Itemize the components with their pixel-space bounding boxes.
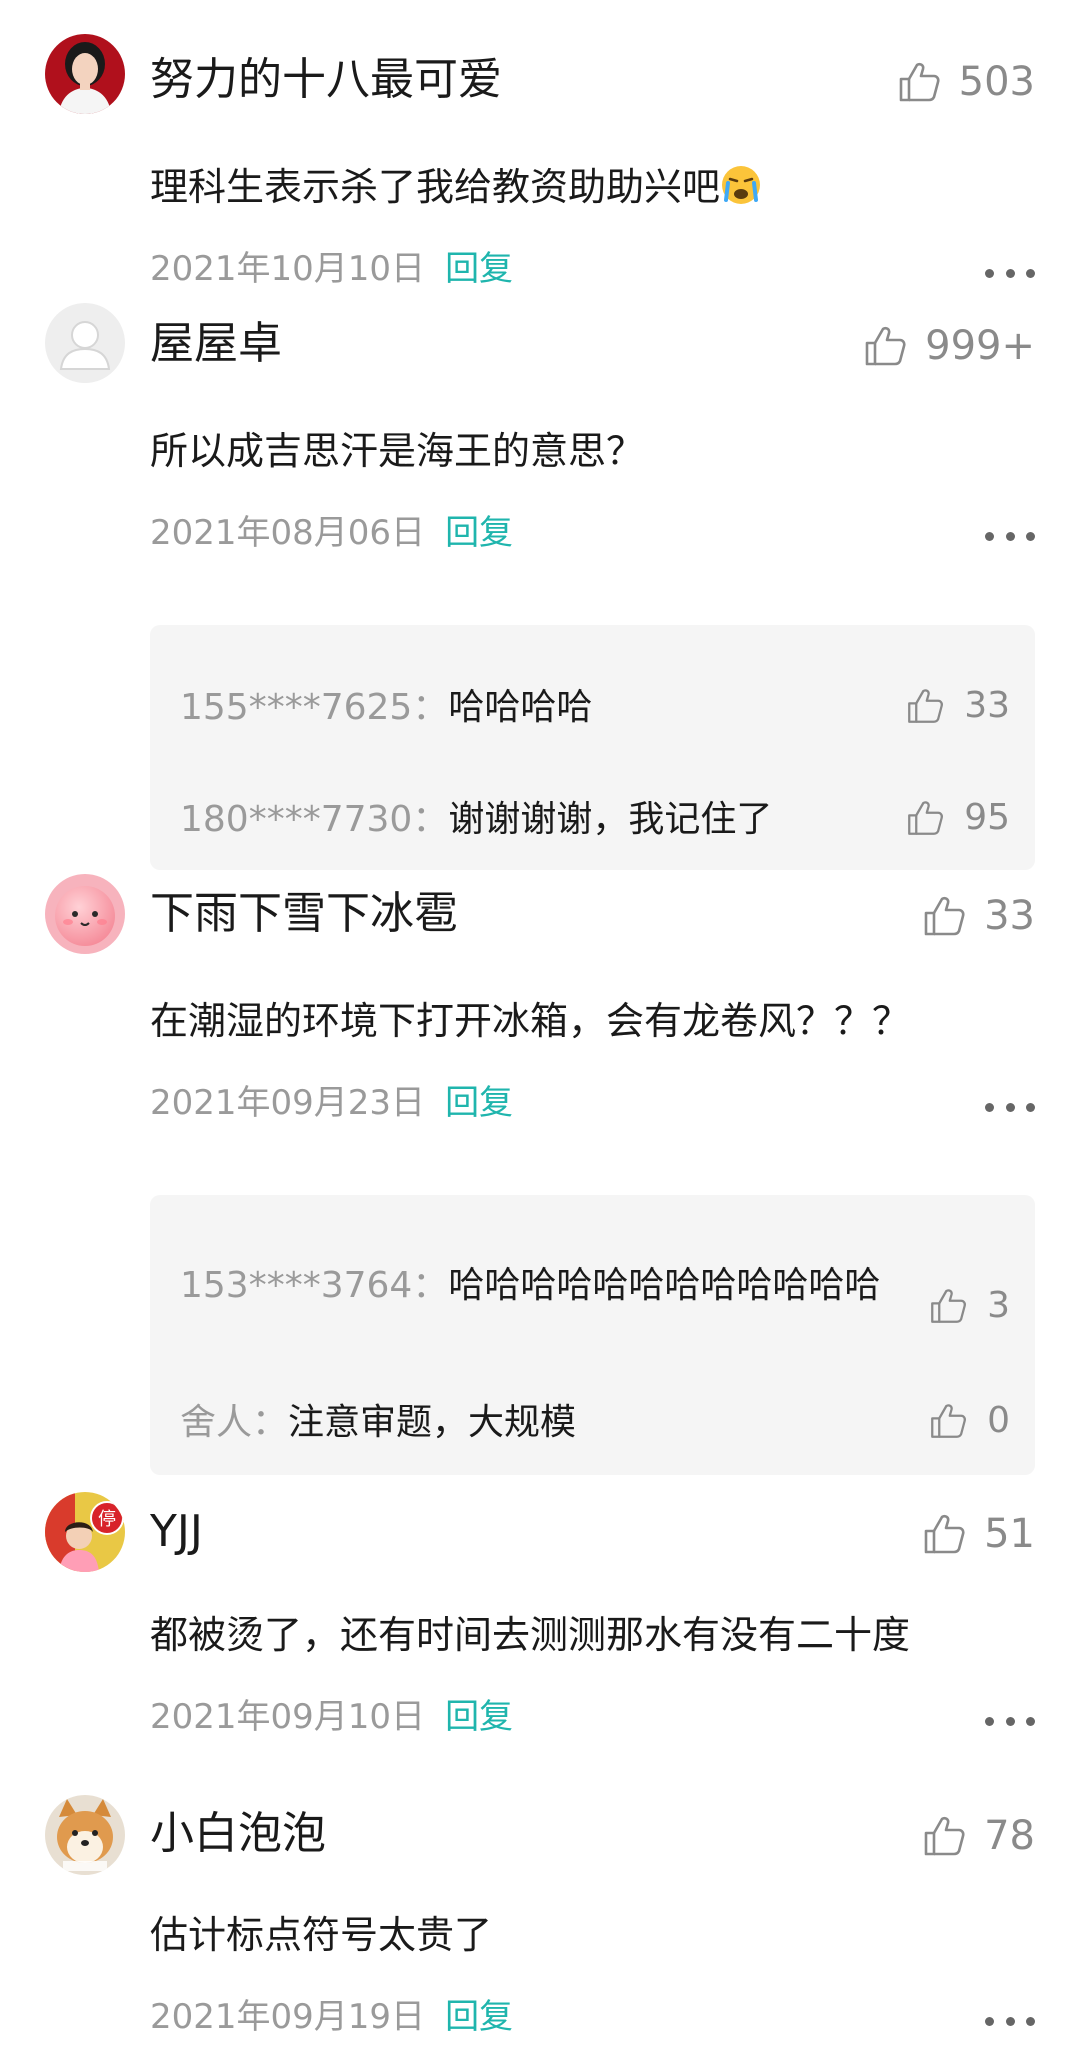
thumbs-up-icon [904,685,946,727]
comment-text: 都被烫了，还有时间去测测那水有没有二十度 [150,1613,911,1657]
username[interactable]: 屋屋卓 [150,322,282,366]
comment-date: 2021年09月10日 [150,1697,426,1737]
like-button[interactable]: 3 [927,1285,1010,1327]
like-button[interactable]: 0 [927,1400,1010,1442]
reply-body: 哈哈哈哈哈哈哈哈哈哈哈哈 [448,1265,881,1306]
reply-text: 153****3764：哈哈哈哈哈哈哈哈哈哈哈哈 [180,1263,890,1308]
reply-thread: 153****3764：哈哈哈哈哈哈哈哈哈哈哈哈 3 舍人：注意审题，大规模 0 [150,1195,1035,1475]
more-dot [1005,2016,1015,2026]
reply-item[interactable]: 155****7625：哈哈哈哈 33 [180,685,1010,735]
comment-text: 估计标点符号太贵了 [150,1913,493,1957]
avatar[interactable] [45,34,125,114]
reply-button[interactable]: 回复 [445,516,513,550]
reply-button[interactable]: 回复 [445,2000,513,2034]
reply-text: 155****7625：哈哈哈哈 [180,685,890,730]
username[interactable]: 小白泡泡 [150,1812,326,1856]
avatar[interactable]: 停 [45,1492,125,1572]
comment-meta: 2021年09月19日 回复 [150,2000,513,2034]
like-button[interactable]: 78 [920,1812,1035,1860]
avatar[interactable] [45,1795,125,1875]
reply-body: 哈哈哈哈 [448,687,593,728]
comment-text: 所以成吉思汗是海王的意思？ [150,429,645,473]
reply-button[interactable]: 回复 [445,252,513,286]
like-count: 999+ [925,323,1035,369]
more-dot [1026,268,1035,278]
more-dots-icon [985,531,994,541]
like-count: 95 [964,797,1010,838]
reply-body: 谢谢谢谢，我记住了 [448,799,773,840]
username[interactable]: YJJ [150,1510,203,1554]
comment-item: 努力的十八最可爱 503 理科生表示杀了我给教资助助兴吧 2021年10月10日… [0,0,1080,286]
more-options-button[interactable] [985,2011,1035,2031]
like-count: 51 [984,1511,1035,1557]
thumbs-up-icon [927,1400,969,1442]
comment-meta: 2021年08月06日 回复 [150,516,513,550]
reply-thread: 155****7625：哈哈哈哈 33 180****7730：谢谢谢谢，我记住… [150,625,1035,870]
reply-item[interactable]: 153****3764：哈哈哈哈哈哈哈哈哈哈哈哈 3 [180,1263,1010,1359]
comment-date: 2021年10月10日 [150,249,426,289]
thumbs-up-icon [920,892,968,940]
comment-text-body: 理科生表示杀了我给教资助助兴吧 [150,165,721,209]
comment-date: 2021年09月19日 [150,1997,426,2037]
more-dots-icon [985,268,994,278]
reply-author[interactable]: 155****7625： [180,687,448,728]
like-count: 3 [987,1285,1010,1326]
comment-meta: 2021年10月10日 回复 [150,252,513,286]
more-dot [1005,531,1015,541]
more-dots-icon [985,2016,994,2026]
more-dot [1005,268,1015,278]
like-count: 0 [987,1400,1010,1441]
username[interactable]: 下雨下雪下冰雹 [150,892,458,936]
like-count: 503 [958,59,1035,105]
reply-author[interactable]: 舍人： [180,1402,288,1443]
more-dot [1005,1102,1015,1112]
comment-meta: 2021年09月10日 回复 [150,1700,513,1734]
more-dot [1026,531,1035,541]
comment-text: 在潮湿的环境下打开冰箱，会有龙卷风？？？ [150,999,911,1043]
thumbs-up-icon [861,322,909,370]
reply-item[interactable]: 180****7730：谢谢谢谢，我记住了 95 [180,797,1010,847]
like-button[interactable]: 33 [920,892,1035,940]
thumbs-up-icon [927,1285,969,1327]
crying-face-icon [722,166,761,204]
reply-button[interactable]: 回复 [445,1086,513,1120]
thumbs-up-icon [895,58,943,106]
more-options-button[interactable] [985,526,1035,546]
like-button[interactable]: 999+ [861,322,1035,370]
like-count: 78 [984,1813,1035,1859]
more-dot [1026,1716,1035,1726]
avatar[interactable] [45,874,125,954]
avatar-stop-sign-text: 停 [98,1509,116,1530]
like-count: 33 [984,893,1035,939]
more-dots-icon [985,1716,994,1726]
reply-text: 180****7730：谢谢谢谢，我记住了 [180,797,890,842]
more-dot [1005,1716,1015,1726]
thumbs-up-icon [920,1510,968,1558]
more-options-button[interactable] [985,263,1035,283]
thumbs-up-icon [904,797,946,839]
more-options-button[interactable] [985,1711,1035,1731]
like-button[interactable]: 503 [895,58,1035,106]
like-count: 33 [964,685,1010,726]
more-dot [1026,1102,1035,1112]
reply-author[interactable]: 153****3764： [180,1265,448,1306]
reply-text: 舍人：注意审题，大规模 [180,1400,890,1445]
reply-item[interactable]: 舍人：注意审题，大规模 0 [180,1400,1010,1450]
thumbs-up-icon [920,1812,968,1860]
username[interactable]: 努力的十八最可爱 [150,58,502,102]
more-dots-icon [985,1102,994,1112]
like-button[interactable]: 95 [904,797,1010,839]
avatar[interactable] [45,303,125,383]
reply-body: 注意审题，大规模 [288,1402,577,1443]
comment-text: 理科生表示杀了我给教资助助兴吧 [150,164,762,212]
like-button[interactable]: 51 [920,1510,1035,1558]
reply-button[interactable]: 回复 [445,1700,513,1734]
more-dot [1026,2016,1035,2026]
comment-meta: 2021年09月23日 回复 [150,1086,513,1120]
comment-date: 2021年09月23日 [150,1083,426,1123]
like-button[interactable]: 33 [904,685,1010,727]
more-options-button[interactable] [985,1097,1035,1117]
comment-date: 2021年08月06日 [150,513,426,553]
reply-author[interactable]: 180****7730： [180,799,448,840]
